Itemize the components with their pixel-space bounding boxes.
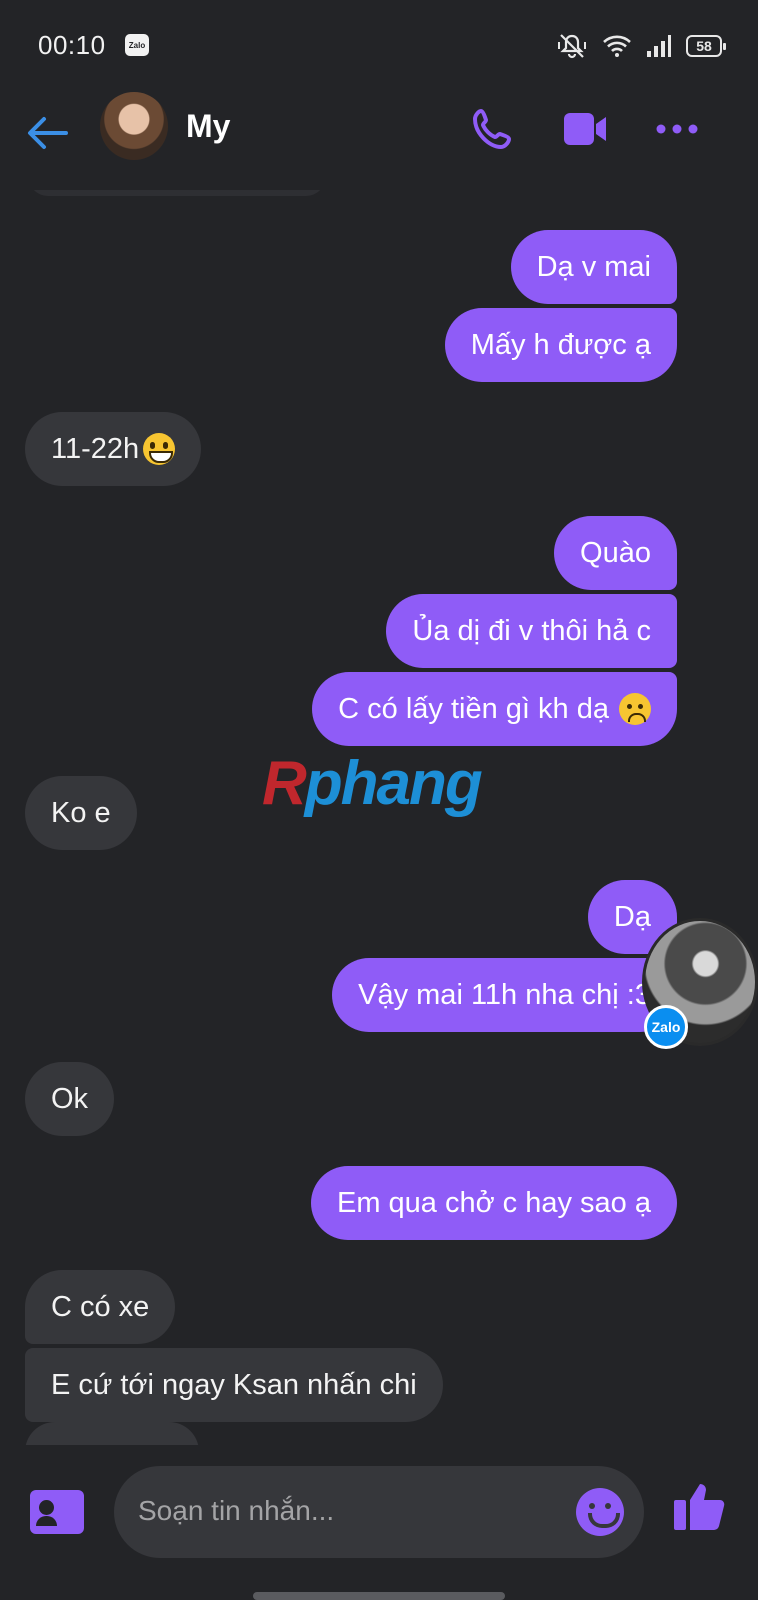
message-incoming[interactable]: 11-22h [25,412,202,486]
back-arrow-icon [28,117,68,149]
message-outgoing[interactable]: Dạ v mai [510,230,677,304]
signal-icon [647,35,671,57]
message-text: Ủa dị đi v thôi hả c [412,614,651,647]
message-text: Quào [580,536,651,569]
status-icons: 58 [556,32,726,60]
message-outgoing[interactable]: Mấy h được ạ [444,308,677,382]
previous-message-bubble [28,190,326,196]
frowning-face-emoji-icon [619,693,651,725]
message-text: C có lấy tiền gì kh dạ [338,692,609,725]
chat-header: My [0,90,758,190]
message-input[interactable] [138,1486,538,1536]
like-button[interactable] [672,1478,728,1534]
message-incoming[interactable]: E cứ tới ngay Ksan nhấn chi [25,1348,443,1422]
message-composer [0,1466,758,1600]
message-text: Mấy h được ạ [470,328,651,361]
grinning-face-emoji-icon [143,433,176,465]
bell-muted-icon [558,34,586,59]
more-options-button[interactable] [652,104,702,154]
message-text: Vậy mai 11h nha chị :3 [358,978,651,1011]
zalo-notification-icon: Zalo [125,34,149,56]
watermark-logo: Rphang [262,749,483,818]
message-incoming[interactable]: C có xe [25,1270,176,1344]
message-incoming[interactable]: Ko e [25,776,137,850]
message-text: 11-22h [51,432,140,465]
contact-card-icon [90,1514,108,1518]
message-text: Dạ v mai [536,250,651,283]
message-outgoing[interactable]: Vậy mai 11h nha chị :3 [332,958,677,1032]
video-call-button[interactable] [560,104,610,154]
battery-icon: 58 [686,35,726,57]
message-text: Ko e [51,796,111,829]
message-input-container[interactable] [114,1466,644,1558]
wifi-icon [603,35,631,57]
message-text: Em qua chở c hay sao ạ [336,1186,651,1219]
more-dots-icon [656,124,698,134]
message-incoming[interactable]: Ok [25,1062,115,1136]
message-text: C có xe [51,1290,150,1323]
message-outgoing[interactable]: Quào [554,516,677,590]
message-outgoing[interactable]: Ủa dị đi v thôi hả c [386,594,677,668]
message-outgoing[interactable]: Em qua chở c hay sao ạ [310,1166,677,1240]
message-text: E cứ tới ngay Ksan nhấn chi [51,1368,417,1401]
contact-name[interactable]: My [186,108,230,145]
partially-visible-message[interactable] [25,1422,199,1445]
video-camera-icon [564,113,606,145]
contact-avatar[interactable] [100,92,168,160]
thumbs-up-icon [674,1484,725,1530]
zalo-badge-icon: Zalo [644,1005,688,1049]
status-time: 00:10 [38,30,106,60]
home-indicator[interactable] [253,1592,505,1600]
message-text: Ok [51,1082,89,1115]
phone-icon [473,109,511,149]
message-outgoing[interactable]: C có lấy tiền gì kh dạ [312,672,677,746]
contact-card-button[interactable] [30,1490,108,1534]
message-text: Dạ [613,900,651,933]
voice-call-button[interactable] [468,104,518,154]
status-bar: 00:10 Zalo 58 [0,0,758,90]
emoji-smile-icon[interactable] [576,1488,624,1536]
back-button[interactable] [22,108,72,158]
